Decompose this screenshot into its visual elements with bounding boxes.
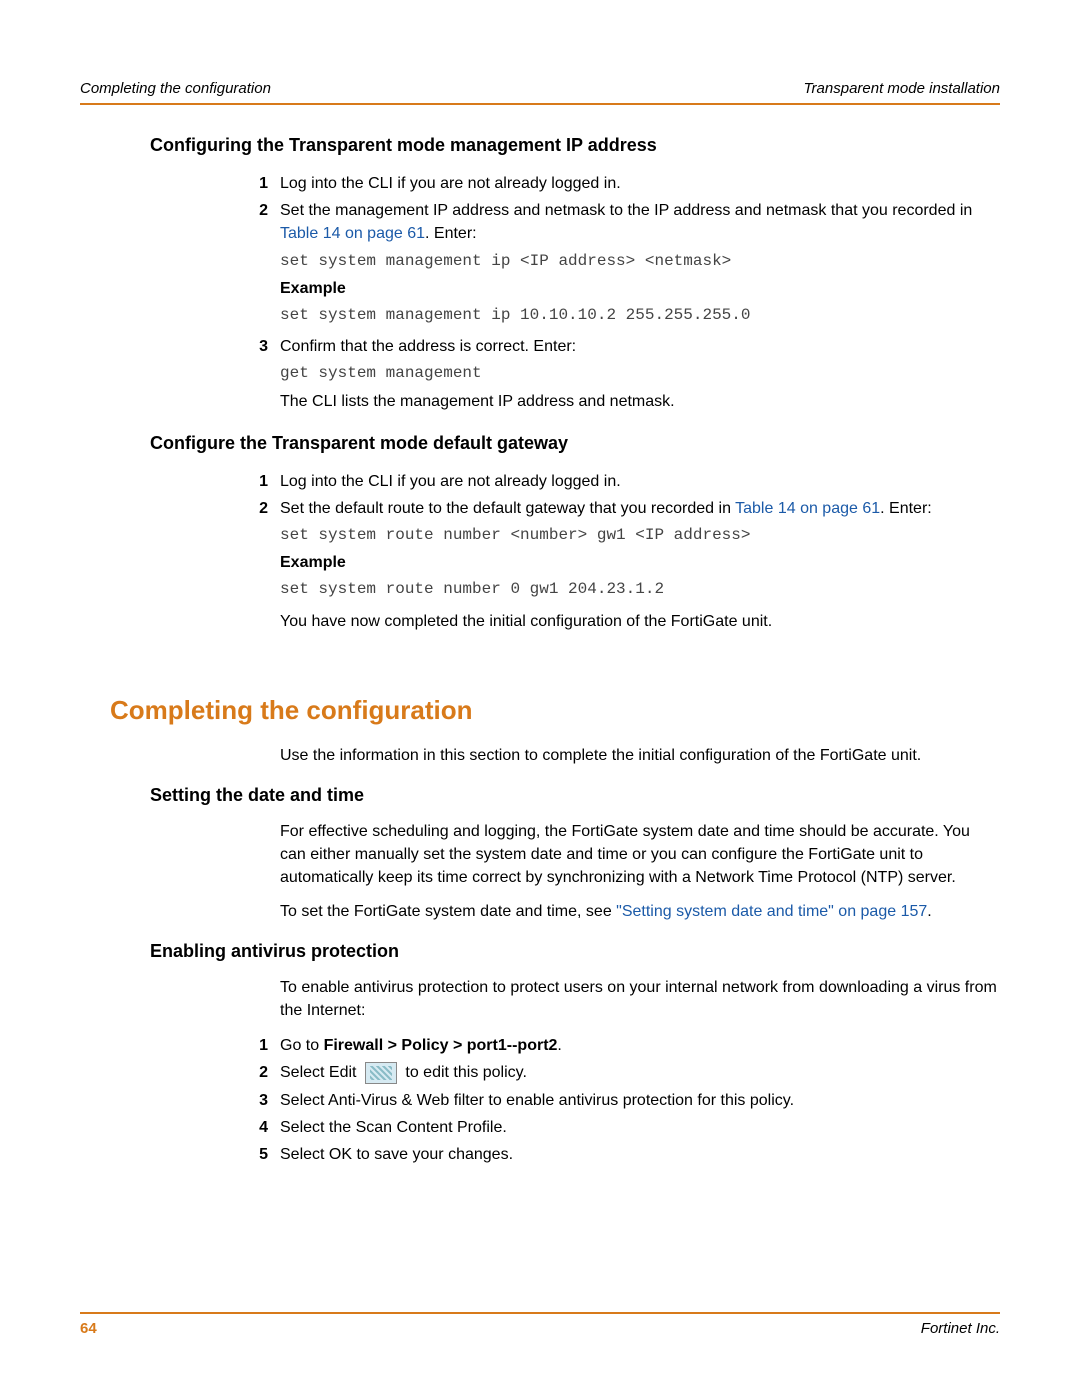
step-item: Set the default route to the default gat… bbox=[240, 495, 1000, 635]
step-text: Select Anti-Virus & Web filter to enable… bbox=[280, 1092, 794, 1109]
cli-command: get system management bbox=[280, 362, 1000, 385]
step-item: Log into the CLI if you are not already … bbox=[240, 468, 1000, 495]
paragraph-text: . bbox=[927, 903, 931, 920]
step-text: Confirm that the address is correct. Ent… bbox=[280, 338, 576, 355]
step-text: Select the Scan Content Profile. bbox=[280, 1119, 507, 1136]
edit-icon bbox=[365, 1062, 397, 1084]
example-label: Example bbox=[280, 551, 1000, 574]
header-right: Transparent mode installation bbox=[804, 80, 1001, 97]
step-item: Select the Scan Content Profile. bbox=[240, 1114, 1000, 1141]
steps-config-mgmt-ip: Log into the CLI if you are not already … bbox=[240, 170, 1000, 415]
body-paragraph: To enable antivirus protection to protec… bbox=[280, 976, 1000, 1022]
steps-antivirus: Go to Firewall > Policy > port1--port2. … bbox=[240, 1032, 1000, 1168]
cross-ref-link[interactable]: "Setting system date and time" on page 1… bbox=[616, 903, 927, 920]
cli-command: set system management ip 10.10.10.2 255.… bbox=[280, 304, 1000, 327]
heading-date-time: Setting the date and time bbox=[150, 785, 1000, 806]
step-text: to edit this policy. bbox=[401, 1064, 527, 1081]
step-item: Select Anti-Virus & Web filter to enable… bbox=[240, 1087, 1000, 1114]
step-text: . Enter: bbox=[425, 225, 477, 242]
step-item: Set the management IP address and netmas… bbox=[240, 197, 1000, 333]
heading-antivirus: Enabling antivirus protection bbox=[150, 941, 1000, 962]
step-item: Confirm that the address is correct. Ent… bbox=[240, 333, 1000, 415]
step-text: Select Edit bbox=[280, 1064, 361, 1081]
running-header: Completing the configuration Transparent… bbox=[80, 80, 1000, 105]
steps-config-gateway: Log into the CLI if you are not already … bbox=[240, 468, 1000, 635]
body-paragraph: For effective scheduling and logging, th… bbox=[280, 820, 1000, 890]
cli-command: set system route number 0 gw1 204.23.1.2 bbox=[280, 578, 1000, 601]
cli-command: set system management ip <IP address> <n… bbox=[280, 250, 1000, 273]
step-item: Select Edit to edit this policy. bbox=[240, 1059, 1000, 1086]
ui-path: Firewall > Policy > port1--port2 bbox=[324, 1037, 558, 1054]
step-item: Go to Firewall > Policy > port1--port2. bbox=[240, 1032, 1000, 1059]
step-text: Set the default route to the default gat… bbox=[280, 500, 735, 517]
heading-config-mgmt-ip: Configuring the Transparent mode managem… bbox=[150, 135, 1000, 156]
step-text: The CLI lists the management IP address … bbox=[280, 393, 675, 410]
step-text: Set the management IP address and netmas… bbox=[280, 202, 972, 219]
cross-ref-link[interactable]: Table 14 on page 61 bbox=[735, 500, 880, 517]
step-text: Log into the CLI if you are not already … bbox=[280, 473, 621, 490]
heading-completing-config: Completing the configuration bbox=[110, 695, 1000, 726]
header-left: Completing the configuration bbox=[80, 80, 271, 97]
step-text: . bbox=[557, 1037, 561, 1054]
step-item: Select OK to save your changes. bbox=[240, 1141, 1000, 1168]
paragraph-text: To set the FortiGate system date and tim… bbox=[280, 903, 616, 920]
vendor-name: Fortinet Inc. bbox=[921, 1320, 1000, 1337]
intro-paragraph: Use the information in this section to c… bbox=[280, 744, 1000, 767]
document-page: Completing the configuration Transparent… bbox=[0, 0, 1080, 1397]
step-text: Log into the CLI if you are not already … bbox=[280, 175, 621, 192]
step-text: . Enter: bbox=[880, 500, 932, 517]
page-number: 64 bbox=[80, 1320, 97, 1337]
step-text: Select OK to save your changes. bbox=[280, 1146, 513, 1163]
heading-config-gateway: Configure the Transparent mode default g… bbox=[150, 433, 1000, 454]
cross-ref-link[interactable]: Table 14 on page 61 bbox=[280, 225, 425, 242]
step-text: You have now completed the initial confi… bbox=[280, 610, 1000, 633]
step-text: Go to bbox=[280, 1037, 324, 1054]
example-label: Example bbox=[280, 277, 1000, 300]
step-item: Log into the CLI if you are not already … bbox=[240, 170, 1000, 197]
running-footer: 64 Fortinet Inc. bbox=[80, 1312, 1000, 1337]
body-paragraph: To set the FortiGate system date and tim… bbox=[280, 900, 1000, 923]
cli-command: set system route number <number> gw1 <IP… bbox=[280, 524, 1000, 547]
